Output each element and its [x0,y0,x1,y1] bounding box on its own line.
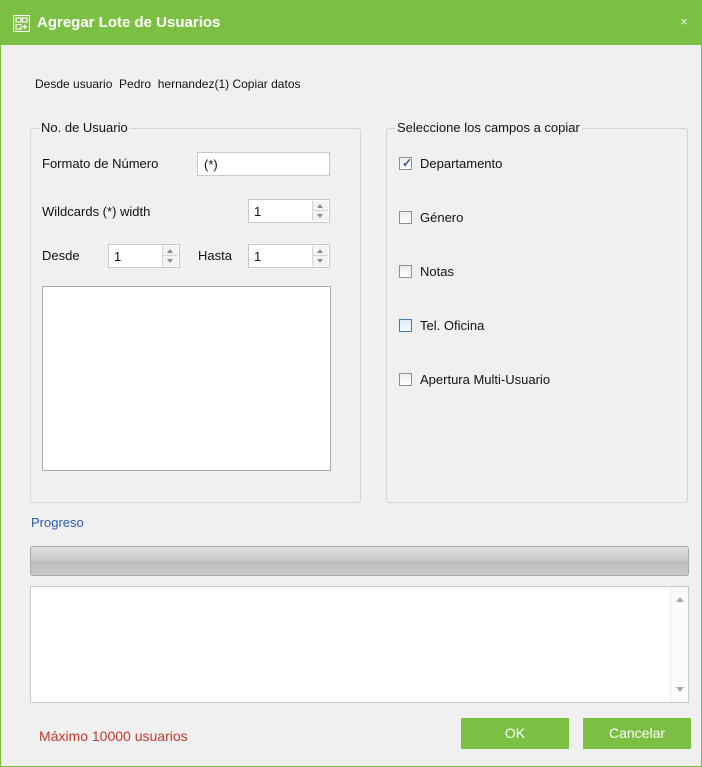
departamento-checkbox[interactable]: ✓ [399,156,412,170]
from-spinner[interactable] [108,244,180,268]
user-number-group: No. de Usuario Formato de Número Wildcar… [30,120,361,503]
to-label: Hasta [198,248,232,263]
genero-checkbox[interactable] [399,210,412,224]
wildcards-width-label: Wildcards (*) width [42,204,151,219]
wildcards-width-spinner[interactable] [248,199,330,223]
close-icon[interactable]: × [677,15,691,29]
spinner-buttons [162,246,178,266]
scroll-down-icon[interactable] [676,687,684,692]
field-tel-oficina[interactable]: Tel. Oficina [399,317,484,333]
spin-up-icon[interactable] [313,246,328,256]
checkbox-label: Departamento [420,155,503,171]
tel-oficina-checkbox[interactable] [399,318,412,332]
copy-fields-legend: Seleccione los campos a copiar [395,120,582,135]
ok-button[interactable]: OK [461,718,569,749]
field-apertura-multi-usuario[interactable]: Apertura Multi-Usuario [399,371,550,387]
copy-source-text: Desde usuario Pedro hernandez(1) Copiar … [35,77,301,91]
spinner-buttons [312,201,328,221]
spin-down-icon[interactable] [313,211,328,221]
batch-add-users-dialog: Agregar Lote de Usuarios × Desde usuario… [0,0,702,767]
number-format-label: Formato de Número [42,156,159,171]
field-departamento[interactable]: ✓ Departamento [399,155,502,171]
from-input[interactable] [109,245,161,267]
progress-log[interactable] [30,586,689,703]
to-spinner[interactable] [248,244,330,268]
spin-down-icon[interactable] [313,256,328,266]
scroll-up-icon[interactable] [676,597,684,602]
spin-up-icon[interactable] [313,201,328,211]
title-bar[interactable]: Agregar Lote de Usuarios × [1,1,701,45]
log-scrollbar[interactable] [670,587,688,702]
checkbox-label: Tel. Oficina [420,317,485,333]
field-notas[interactable]: Notas [399,263,454,279]
checkbox-label: Notas [420,263,454,279]
apertura-multi-usuario-checkbox[interactable] [399,372,412,386]
progress-label: Progreso [31,515,84,530]
progress-bar [30,546,689,576]
spinner-buttons [312,246,328,266]
field-genero[interactable]: Género [399,209,463,225]
user-numbers-list[interactable] [42,286,331,471]
to-input[interactable] [249,245,311,267]
wildcards-width-input[interactable] [249,200,311,222]
checkbox-label: Apertura Multi-Usuario [420,371,551,387]
add-batch-users-icon [13,15,30,32]
cancel-button[interactable]: Cancelar [583,718,691,749]
copy-fields-group: Seleccione los campos a copiar ✓ Departa… [386,120,688,503]
max-users-note: Máximo 10000 usuarios [39,728,188,744]
from-label: Desde [42,248,80,263]
checkbox-label: Género [420,209,464,225]
spin-up-icon[interactable] [163,246,178,256]
spin-down-icon[interactable] [163,256,178,266]
number-format-input[interactable] [197,152,330,176]
notas-checkbox[interactable] [399,264,412,278]
user-number-legend: No. de Usuario [39,120,130,135]
dialog-title: Agregar Lote de Usuarios [37,14,221,31]
